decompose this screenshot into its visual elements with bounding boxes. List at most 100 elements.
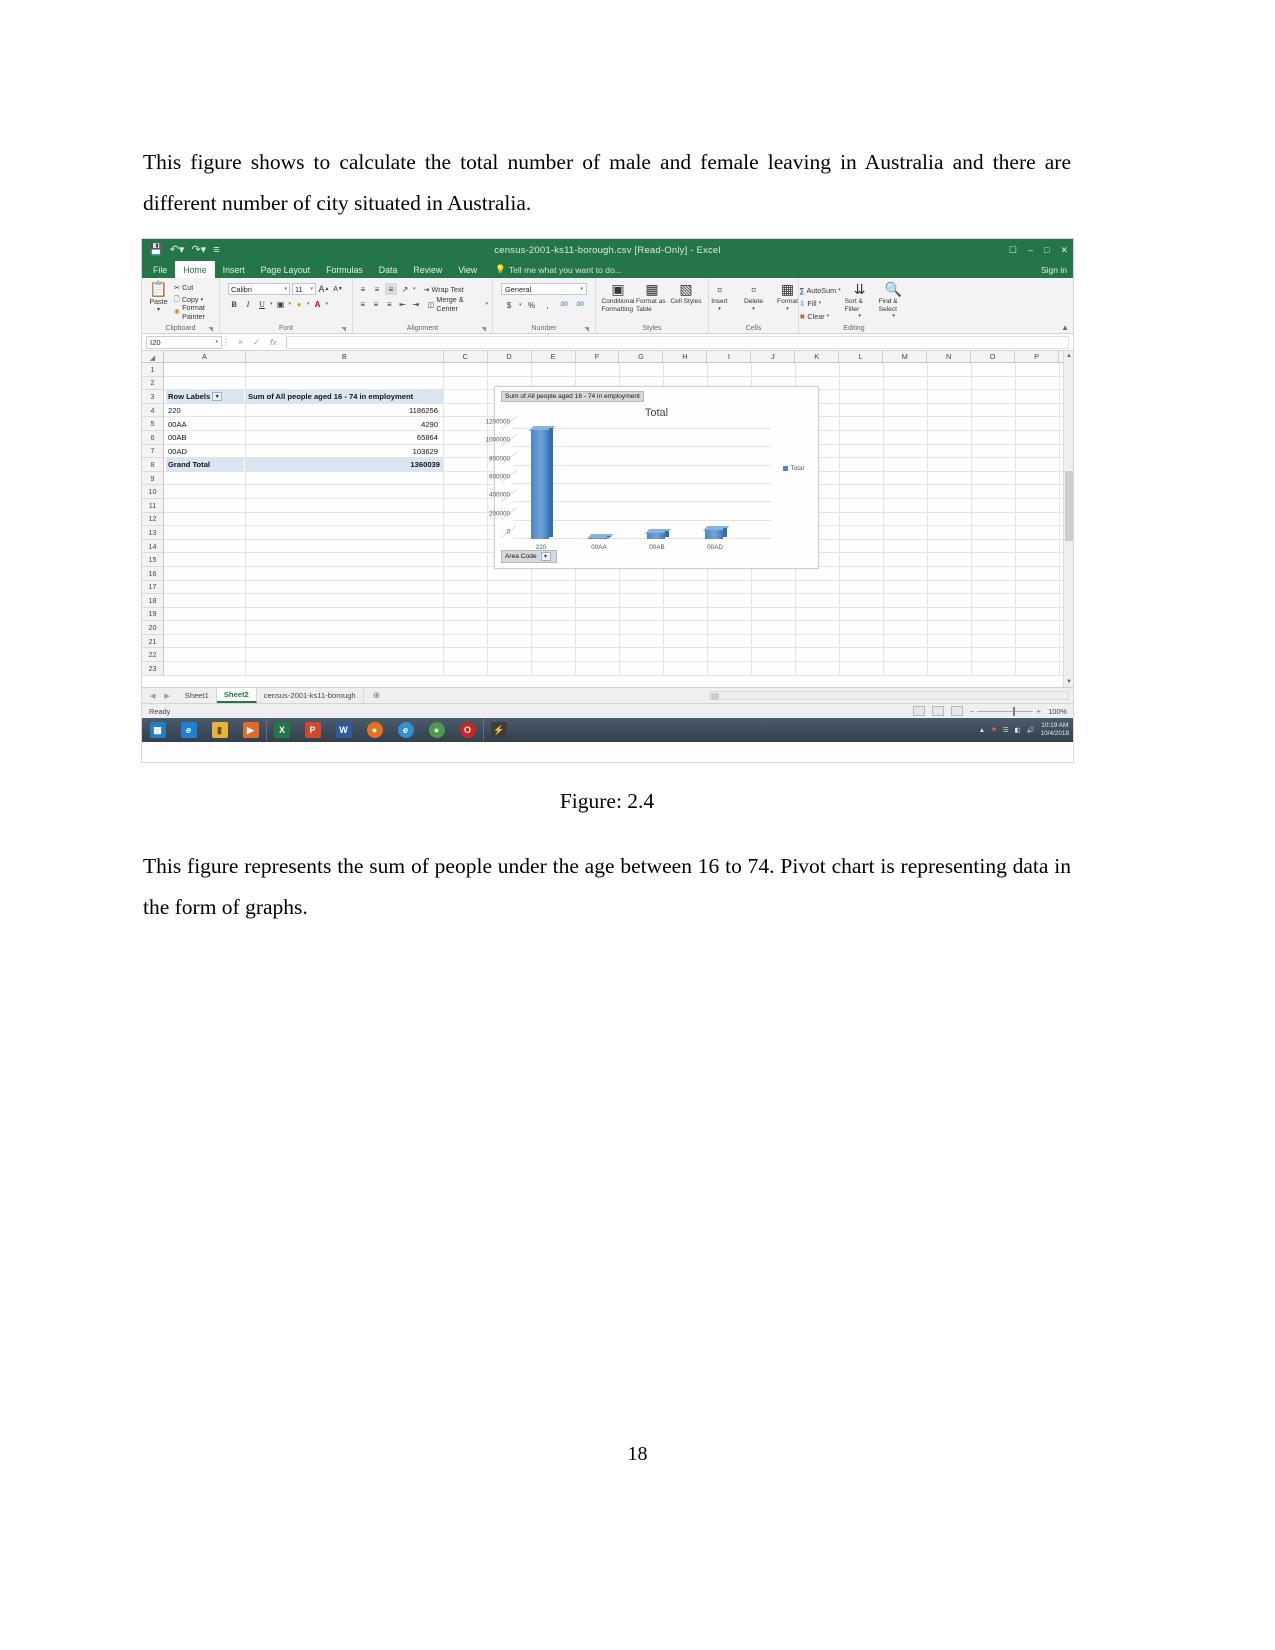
sheet-tab-bar[interactable]: ◀ ▶ Sheet1 Sheet2 census-2001-ks11-borou… [142, 687, 1073, 703]
borders-chevron-down-icon[interactable]: ▾ [289, 301, 292, 307]
taskbar-opera[interactable]: O [452, 719, 483, 741]
increase-font-size-button[interactable]: A ▲ [318, 283, 330, 295]
column-header-c[interactable]: C [443, 351, 488, 362]
row-header-19[interactable]: 19 [142, 608, 163, 622]
taskbar-firefox[interactable]: ● [359, 719, 390, 741]
underline-button[interactable]: U [256, 298, 268, 310]
tab-file[interactable]: File [145, 261, 175, 278]
zoom-in-icon[interactable]: + [1036, 707, 1041, 716]
scroll-down-icon[interactable]: ▼ [1064, 677, 1073, 687]
bold-button[interactable]: B [228, 298, 240, 310]
column-header-j[interactable]: J [751, 351, 796, 362]
pivot-row-labels-header[interactable]: Row Labels ▾ [166, 390, 244, 404]
row-header-3[interactable]: 3 [142, 390, 163, 404]
fill-color-chevron-down-icon[interactable]: ▾ [307, 301, 310, 307]
wrap-text-button[interactable]: ⇥ Wrap Text [418, 284, 464, 295]
ribbon-display-options-icon[interactable]: ☐ [1009, 245, 1017, 256]
add-sheet-icon[interactable]: ⊕ [364, 690, 390, 701]
sheet-prev-icon[interactable]: ◀ [150, 692, 155, 700]
comma-format-button[interactable]: , [542, 299, 554, 311]
row-header-17[interactable]: 17 [142, 581, 163, 595]
filter-sort-icon[interactable]: ▾ [212, 392, 223, 402]
number-format-combo[interactable]: General ▾ [501, 283, 587, 295]
tray-volume-icon[interactable]: 🔊 [1027, 726, 1035, 734]
tab-review[interactable]: Review [405, 261, 450, 278]
system-tray[interactable]: ▲ ⚑ ☰ ◧ 🔊 10:19 AM 10/4/2018 [979, 722, 1069, 738]
taskbar-active-app[interactable]: ⚡ [483, 719, 514, 741]
align-middle-button[interactable]: ≡ [371, 283, 383, 295]
horizontal-scroll-thumb[interactable] [711, 693, 719, 700]
zoom-track[interactable] [977, 706, 1034, 716]
collapse-ribbon-icon[interactable]: ▲ [1061, 323, 1069, 332]
paste-button[interactable]: 📋 Paste ▾ [146, 280, 171, 313]
sort-filter-chevron-down-icon[interactable]: ▾ [858, 313, 861, 321]
chart-field-button[interactable]: Sum of All people aged 16 - 74 in employ… [501, 391, 644, 402]
cut-button[interactable]: ✂ Cut [174, 282, 215, 293]
clear-button[interactable]: ✖ Clear ▾ [799, 310, 840, 322]
row-header-9[interactable]: 9 [142, 472, 163, 486]
formula-input[interactable] [285, 335, 1069, 349]
pivot-row-label-3[interactable]: 00AD [166, 445, 187, 459]
page-break-view-icon[interactable] [950, 706, 963, 716]
row-header-16[interactable]: 16 [142, 567, 163, 581]
chevron-down-icon[interactable]: ▾ [284, 286, 287, 292]
cell-styles-button[interactable]: ▧ Cell Styles [670, 282, 702, 306]
chart-bar-1[interactable] [586, 533, 614, 539]
find-select-button[interactable]: 🔍 Find & Select ▾ [879, 282, 909, 321]
taskbar-excel[interactable]: X [266, 719, 297, 741]
minimize-icon[interactable]: – [1028, 245, 1033, 256]
close-icon[interactable]: ✕ [1060, 245, 1068, 256]
column-header-h[interactable]: H [663, 351, 708, 362]
sheet-next-icon[interactable]: ▶ [164, 692, 169, 700]
column-header-n[interactable]: N [927, 351, 972, 362]
pivot-row-value-1[interactable]: 4290 [245, 417, 441, 431]
taskbar-edge[interactable]: e [390, 719, 421, 741]
column-header-i[interactable]: I [707, 351, 752, 362]
tab-view[interactable]: View [450, 261, 485, 278]
percent-format-button[interactable]: % [526, 299, 538, 311]
taskbar-clock[interactable]: 10:19 AM 10/4/2018 [1041, 722, 1069, 738]
orientation-chevron-down-icon[interactable]: ▾ [413, 286, 416, 292]
row-header-22[interactable]: 22 [142, 648, 163, 663]
font-size-combo[interactable]: 11 ▾ [292, 283, 316, 295]
merge-chevron-down-icon[interactable]: ▾ [485, 301, 488, 307]
row-header-13[interactable]: 13 [142, 526, 163, 540]
sheet-nav-arrows[interactable]: ◀ ▶ [142, 692, 178, 700]
decrease-decimal-button[interactable]: .00 [574, 299, 586, 311]
font-name-combo[interactable]: Calibri ▾ [228, 283, 290, 295]
autosum-chevron-down-icon[interactable]: ▾ [838, 287, 841, 293]
pivot-row-value-2[interactable]: 65864 [245, 431, 441, 445]
row-header-15[interactable]: 15 [142, 553, 163, 567]
tell-me-search[interactable]: 💡 Tell me what you want to do... [485, 261, 622, 278]
autosum-button[interactable]: ∑ AutoSum ▾ [799, 284, 840, 296]
chart-bar-2[interactable] [644, 529, 672, 539]
currency-chevron-down-icon[interactable]: ▾ [519, 302, 522, 308]
pivot-row-label-1[interactable]: 00AA [166, 417, 187, 431]
select-all-corner[interactable]: ◢ [142, 351, 164, 362]
column-header-e[interactable]: E [531, 351, 576, 362]
row-header-18[interactable]: 18 [142, 594, 163, 608]
taskbar-internet-explorer[interactable]: e [173, 719, 204, 741]
tray-expand-icon[interactable]: ▲ [979, 727, 985, 734]
find-select-chevron-down-icon[interactable]: ▾ [892, 313, 895, 321]
clear-chevron-down-icon[interactable]: ▾ [827, 313, 830, 319]
page-layout-view-icon[interactable] [931, 706, 944, 716]
tray-network-icon[interactable]: ☰ [1003, 726, 1009, 734]
sort-filter-button[interactable]: ⇊ Sort & Filter ▾ [845, 282, 875, 321]
tray-security-icon[interactable]: ⚑ [991, 726, 997, 734]
decrease-indent-button[interactable]: ⇤ [397, 298, 408, 310]
chevron-down-icon[interactable]: ▾ [310, 286, 313, 292]
fill-button[interactable]: ⇩ Fill ▾ [799, 297, 840, 309]
paste-chevron-down-icon[interactable]: ▾ [157, 306, 160, 313]
tab-page-layout[interactable]: Page Layout [253, 261, 318, 278]
delete-chevron-down-icon[interactable]: ▾ [752, 306, 755, 314]
format-painter-button[interactable]: ✺ Format Painter [174, 303, 215, 321]
sheet-tab-sheet1[interactable]: Sheet1 [178, 688, 217, 703]
alignment-dialog-launcher-icon[interactable]: ◥ [481, 326, 486, 333]
chart-axis-field-button[interactable]: Area Code ▾ [501, 550, 557, 563]
cell-area[interactable]: Row Labels ▾ Sum of All people aged 16 -… [164, 363, 1073, 676]
zoom-level[interactable]: 100% [1048, 707, 1067, 716]
merge-center-button[interactable]: ◫ Merge & Center ▾ [424, 295, 488, 313]
chevron-down-icon[interactable]: ▾ [580, 286, 583, 292]
column-header-o[interactable]: O [971, 351, 1016, 362]
